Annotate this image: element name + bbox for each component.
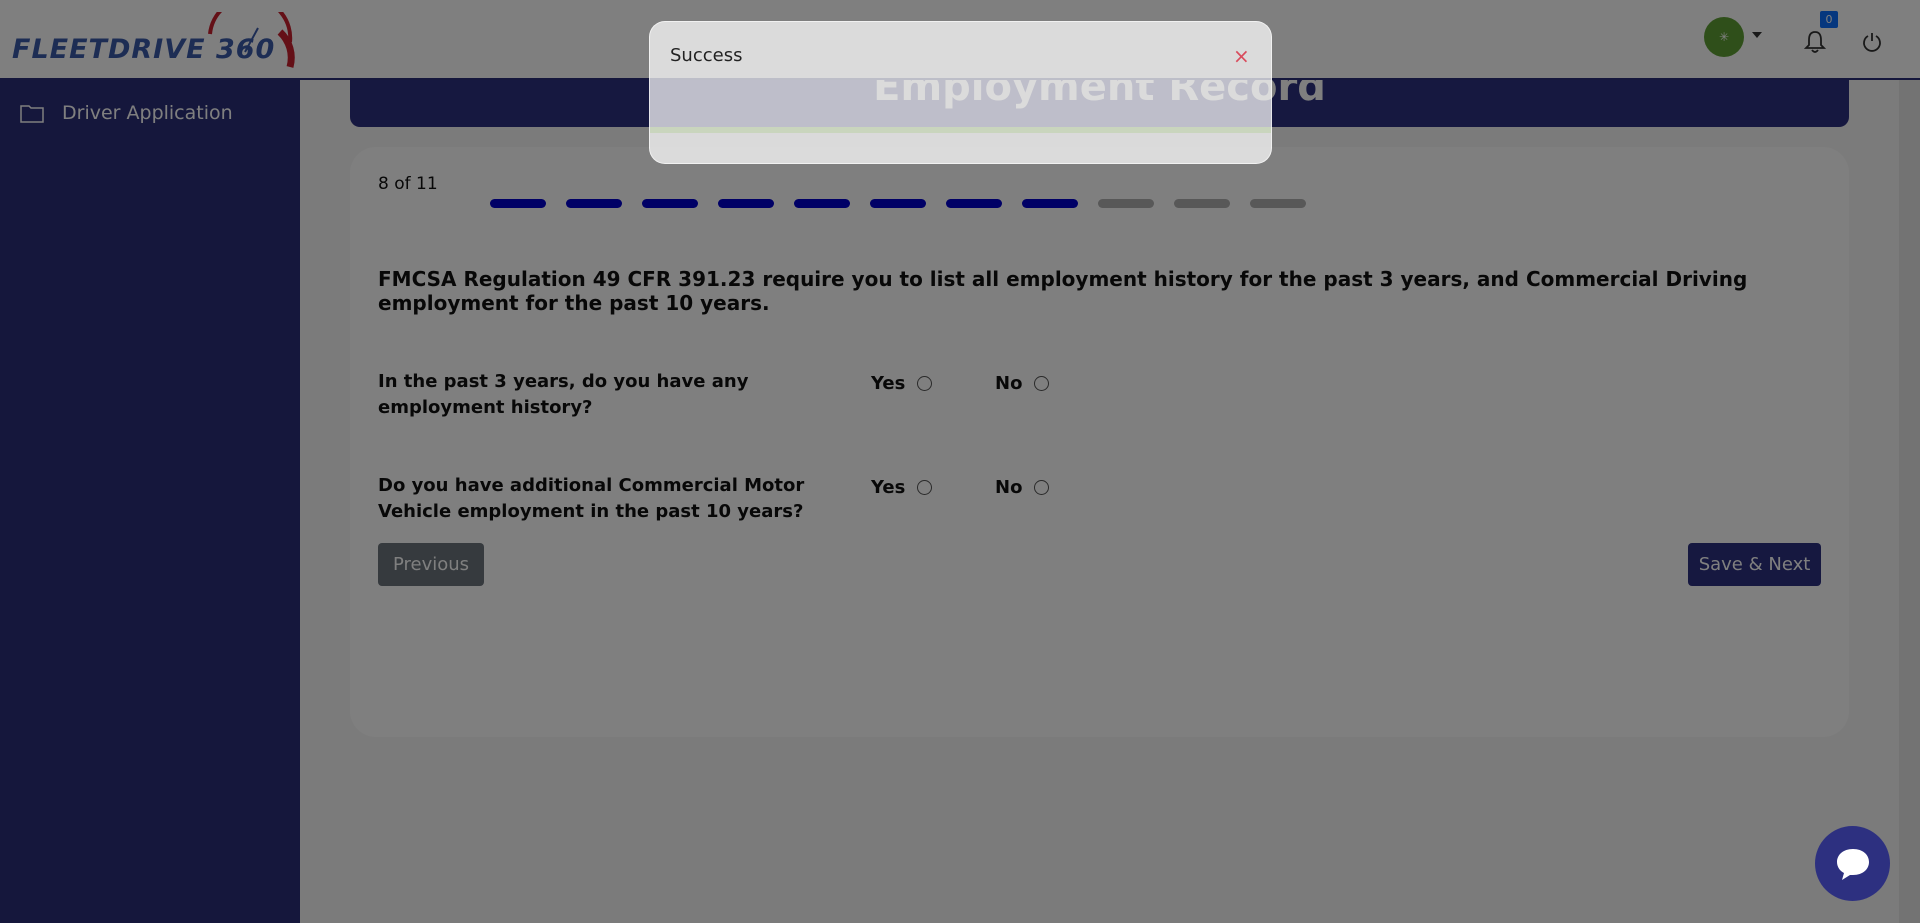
- chat-bubble-icon: [1836, 848, 1869, 880]
- toast-progress-bar: [650, 127, 1271, 133]
- success-toast: Success ×: [649, 21, 1272, 164]
- chat-launcher-button[interactable]: [1815, 826, 1890, 901]
- toast-message: Success: [670, 45, 743, 66]
- close-icon[interactable]: ×: [1233, 44, 1250, 68]
